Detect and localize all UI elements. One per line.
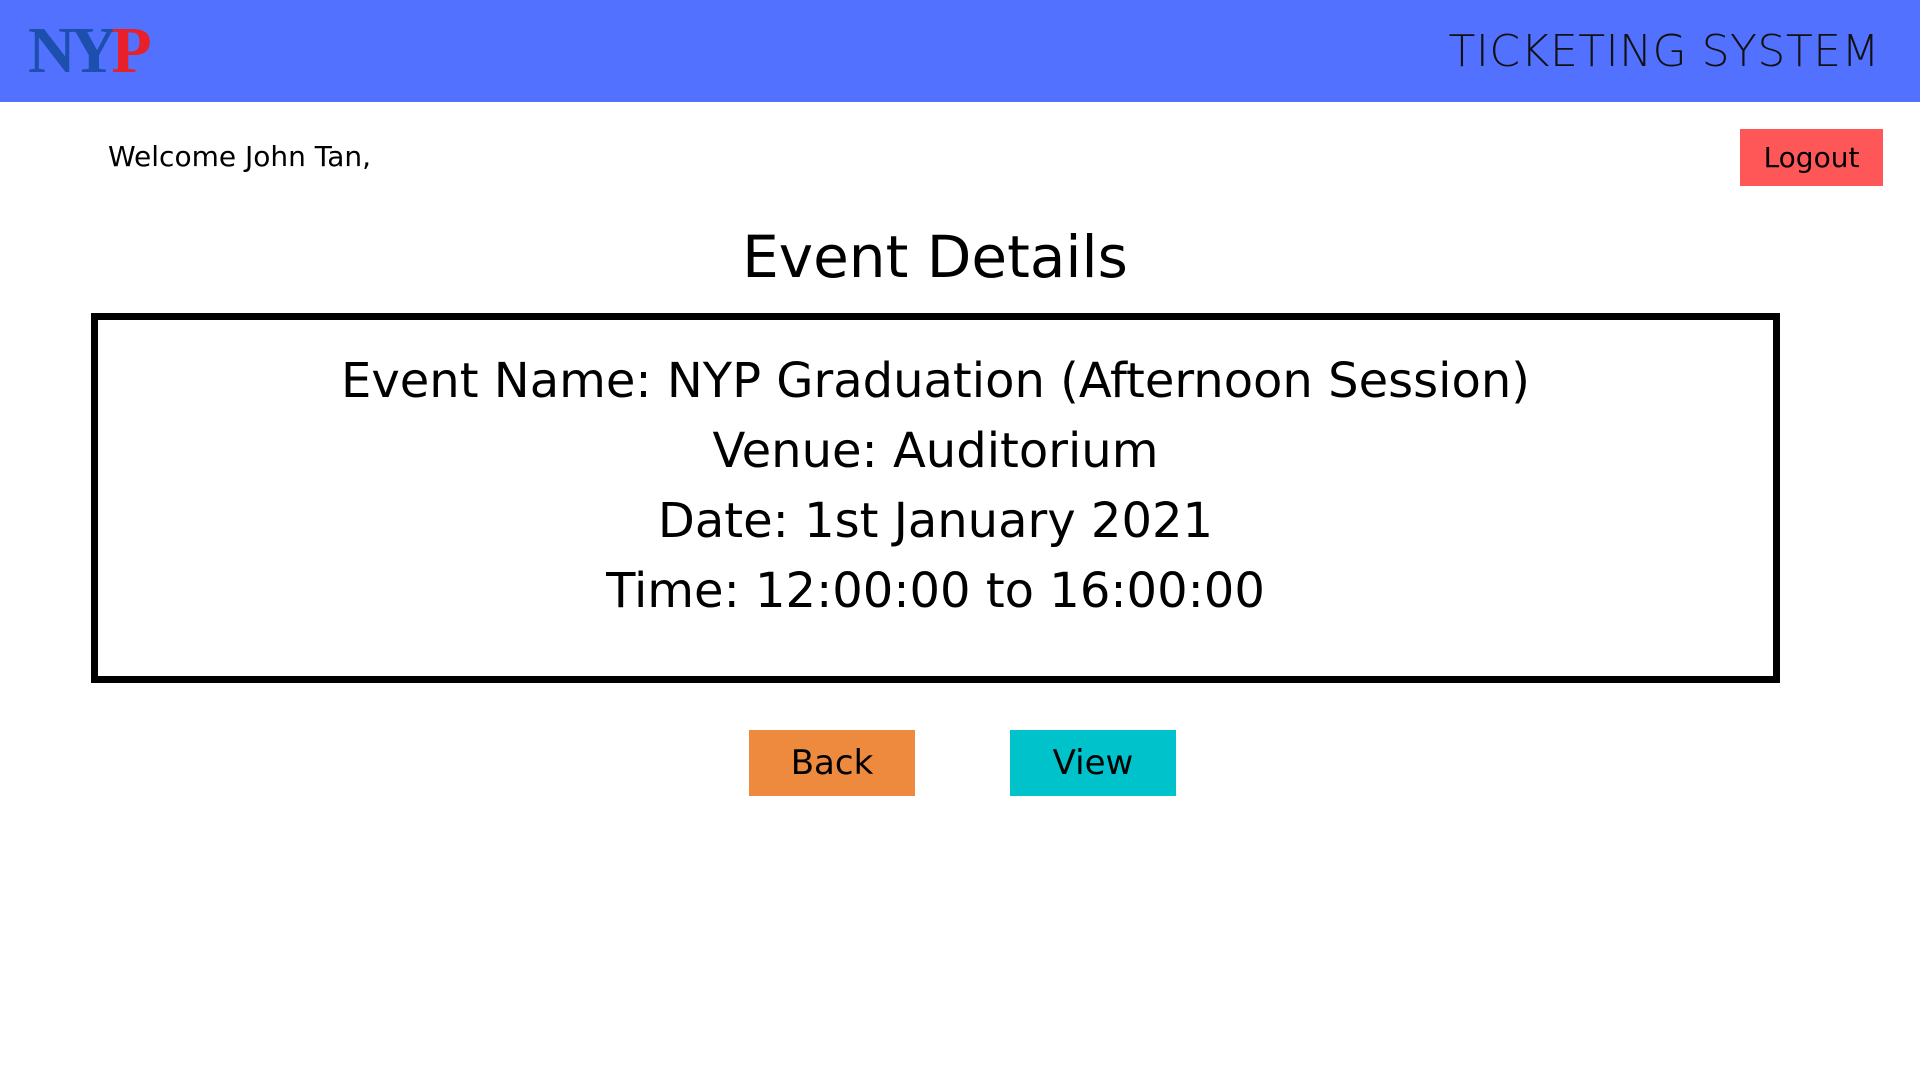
event-name: Event Name: NYP Graduation (Afternoon Se… bbox=[341, 353, 1530, 409]
event-time: Time: 12:00:00 to 16:00:00 bbox=[606, 563, 1265, 619]
back-button[interactable]: Back bbox=[749, 730, 915, 796]
app-title: TICKETING SYSTEM bbox=[1448, 26, 1880, 77]
logo-text-ny: NY bbox=[28, 14, 117, 87]
view-button[interactable]: View bbox=[1010, 730, 1176, 796]
top-bar: NYP TICKETING SYSTEM bbox=[0, 0, 1920, 102]
event-date: Date: 1st January 2021 bbox=[657, 493, 1214, 549]
event-details-box: Event Name: NYP Graduation (Afternoon Se… bbox=[91, 313, 1780, 683]
logo-text-p: P bbox=[111, 14, 151, 87]
logout-button[interactable]: Logout bbox=[1740, 129, 1883, 186]
nyp-logo: NYP bbox=[28, 18, 152, 84]
page-title: Event Details bbox=[742, 223, 1128, 291]
welcome-message: Welcome John Tan, bbox=[108, 140, 372, 173]
event-venue: Venue: Auditorium bbox=[712, 423, 1159, 479]
